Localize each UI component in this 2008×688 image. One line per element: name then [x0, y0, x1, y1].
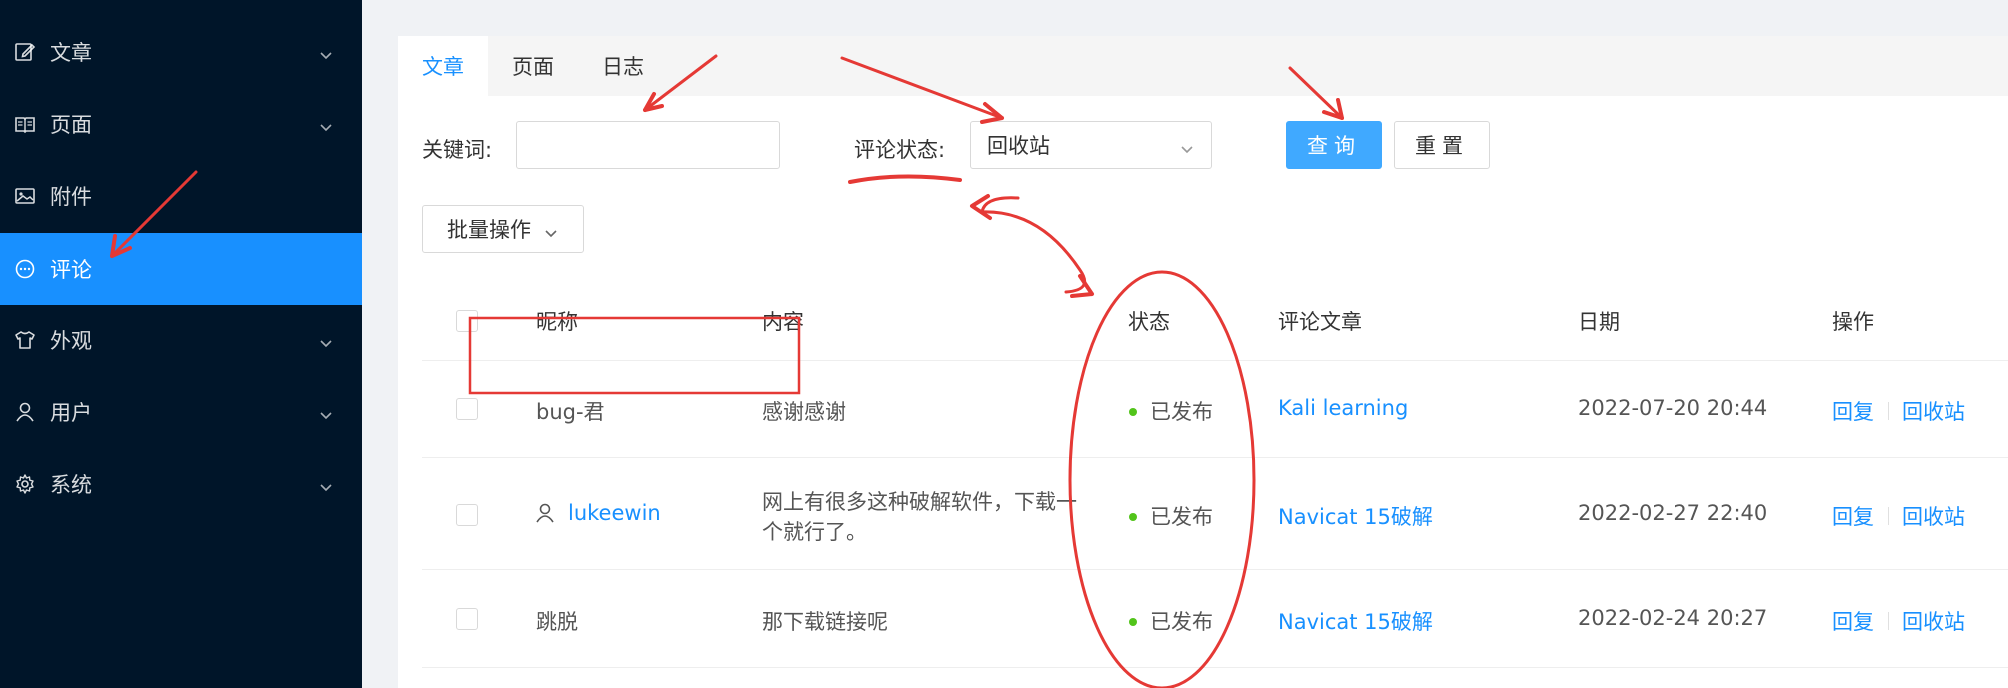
comment-date: 2022-02-24 20:27	[1578, 606, 1768, 630]
batch-operation-label: 批量操作	[447, 218, 531, 242]
sidebar-item-label: 文章	[50, 41, 92, 65]
keyword-label: 关键词:	[422, 138, 493, 162]
comment-icon	[14, 258, 36, 280]
chevron-down-icon	[318, 404, 334, 420]
image-icon	[14, 185, 36, 207]
column-header-nickname: 昵称	[536, 310, 578, 334]
comment-post-link[interactable]: Navicat 15破解	[1278, 501, 1433, 531]
comment-status-select[interactable]: 回收站	[970, 121, 1212, 169]
status-badge: 已发布	[1150, 505, 1213, 529]
comment-date: 2022-07-20 20:44	[1578, 396, 1768, 420]
chevron-down-icon	[318, 44, 334, 60]
column-header-date: 日期	[1578, 310, 1620, 334]
comment-date: 2022-02-27 22:40	[1578, 501, 1768, 525]
column-header-content: 内容	[762, 310, 804, 334]
sidebar: 文章 页面 附件 评论 外观 用户 系统	[0, 0, 362, 688]
chevron-down-icon	[318, 476, 334, 492]
keyword-input[interactable]	[516, 121, 780, 169]
column-header-actions: 操作	[1832, 310, 1874, 334]
published-status-dot	[1129, 408, 1137, 416]
sidebar-item-label: 附件	[50, 185, 92, 209]
comment-status-value: 回收站	[987, 134, 1050, 158]
status-badge: 已发布	[1150, 610, 1213, 634]
chevron-down-icon	[543, 222, 559, 246]
sidebar-item-users[interactable]: 用户	[0, 376, 362, 448]
column-header-status: 状态	[1128, 310, 1170, 334]
edit-icon	[14, 41, 36, 63]
select-all-checkbox[interactable]	[456, 310, 478, 332]
comment-post-link[interactable]: Kali learning	[1278, 396, 1408, 420]
tab-bar: 文章 页面 日志	[398, 36, 2008, 96]
shirt-icon	[14, 329, 36, 351]
action-separator	[1888, 507, 1889, 525]
sidebar-item-label: 用户	[50, 401, 92, 425]
chevron-down-icon	[318, 332, 334, 348]
status-badge: 已发布	[1150, 400, 1213, 424]
reply-link[interactable]: 回复	[1832, 396, 1874, 426]
sidebar-item-label: 页面	[50, 113, 92, 137]
move-to-trash-link[interactable]: 回收站	[1902, 501, 1965, 531]
comment-content: 那下载链接呢	[762, 610, 888, 634]
comment-content: 感谢感谢	[762, 400, 846, 424]
row-checkbox[interactable]	[456, 608, 478, 630]
tab-journals[interactable]: 日志	[578, 36, 668, 96]
sidebar-item-label: 评论	[50, 258, 92, 282]
chevron-down-icon	[318, 116, 334, 132]
reset-button[interactable]: 重置	[1394, 121, 1490, 169]
action-separator	[1888, 402, 1889, 420]
action-separator	[1888, 612, 1889, 630]
column-header-post: 评论文章	[1278, 310, 1362, 334]
comment-status-label: 评论状态:	[854, 138, 946, 162]
comment-content: 网上有很多这种破解软件，下载一	[762, 490, 1077, 514]
batch-operation-dropdown[interactable]: 批量操作	[422, 205, 584, 253]
book-icon	[14, 113, 36, 135]
comment-content-continued: 个就行了。	[762, 520, 867, 544]
reply-link[interactable]: 回复	[1832, 501, 1874, 531]
comments-panel: 文章 页面 日志 关键词: 评论状态: 回收站 查询 重置 批量操作 昵称 内容…	[398, 36, 2008, 688]
query-button[interactable]: 查询	[1286, 121, 1382, 169]
comment-nickname: 跳脱	[536, 610, 578, 634]
row-divider	[422, 360, 2008, 361]
sidebar-item-label: 系统	[50, 473, 92, 497]
reply-link[interactable]: 回复	[1832, 606, 1874, 636]
user-icon	[14, 401, 36, 423]
tab-pages[interactable]: 页面	[488, 36, 578, 96]
move-to-trash-link[interactable]: 回收站	[1902, 606, 1965, 636]
sidebar-item-label: 外观	[50, 329, 92, 353]
tab-posts[interactable]: 文章	[398, 36, 488, 96]
row-divider	[422, 569, 2008, 570]
comment-post-link[interactable]: Navicat 15破解	[1278, 606, 1433, 636]
published-status-dot	[1129, 618, 1137, 626]
comment-nickname: bug-君	[536, 400, 605, 424]
comment-nickname-link[interactable]: lukeewin	[568, 501, 661, 525]
published-status-dot	[1129, 513, 1137, 521]
sidebar-item-attachments[interactable]: 附件	[0, 160, 362, 232]
sidebar-item-appearance[interactable]: 外观	[0, 304, 362, 376]
row-divider	[422, 667, 2008, 668]
row-checkbox[interactable]	[456, 398, 478, 420]
sidebar-item-comments[interactable]: 评论	[0, 233, 362, 305]
sidebar-item-system[interactable]: 系统	[0, 448, 362, 520]
chevron-down-icon	[1179, 138, 1195, 162]
move-to-trash-link[interactable]: 回收站	[1902, 396, 1965, 426]
row-checkbox[interactable]	[456, 504, 478, 526]
sidebar-item-pages[interactable]: 页面	[0, 88, 362, 160]
row-divider	[422, 457, 2008, 458]
user-icon	[534, 502, 556, 528]
sidebar-item-posts[interactable]: 文章	[0, 16, 362, 88]
gear-icon	[14, 473, 36, 495]
